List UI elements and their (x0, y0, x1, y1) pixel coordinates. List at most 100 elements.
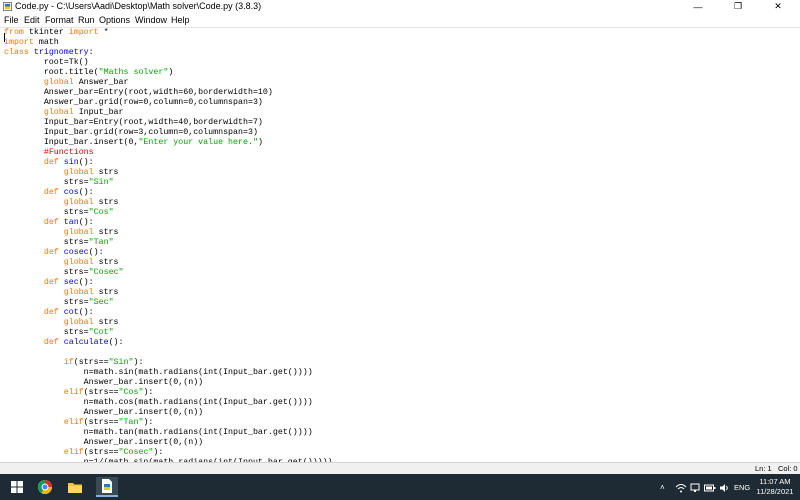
code-token: (): (78, 158, 94, 167)
battery-icon[interactable] (704, 482, 716, 494)
code-line[interactable]: strs="Cos" (4, 208, 114, 218)
code-line[interactable]: global Input_bar (4, 108, 124, 118)
volume-icon[interactable] (719, 482, 730, 494)
code-line[interactable]: def cot(): (4, 308, 94, 318)
code-token: (): (78, 218, 94, 227)
code-line[interactable]: global Answer_bar (4, 78, 129, 88)
code-line[interactable]: Answer_bar.grid(row=0,column=0,columnspa… (4, 98, 263, 108)
taskbar-app-1[interactable] (34, 477, 56, 497)
code-line[interactable]: strs="Tan" (4, 238, 114, 248)
code-line[interactable]: global strs (4, 288, 119, 298)
code-line[interactable]: if(strs=="Sin"): (4, 358, 144, 368)
code-line[interactable]: Answer_bar.insert(0,(n)) (4, 408, 204, 418)
taskbar-python-idle[interactable] (96, 477, 118, 497)
code-token: global (63, 198, 94, 207)
code-line[interactable]: n=math.cos(math.radians(int(Input_bar.ge… (4, 398, 313, 408)
code-token: def (43, 338, 59, 347)
code-line[interactable]: import math (4, 38, 59, 48)
code-token: Input_bar (73, 108, 124, 117)
code-line[interactable]: def sec(): (4, 278, 94, 288)
code-line[interactable]: n=math.tan(math.radians(int(Input_bar.ge… (4, 428, 313, 438)
code-token: global (63, 168, 94, 177)
menu-format[interactable]: Format (45, 14, 74, 26)
code-line[interactable]: #Functions (4, 148, 94, 158)
code-line[interactable]: strs="Cot" (4, 328, 114, 338)
code-token: def (43, 158, 59, 167)
menu-edit[interactable]: Edit (24, 14, 40, 26)
code-line[interactable]: from tkinter import * (4, 28, 109, 38)
code-token: class (4, 48, 29, 57)
code-line[interactable]: strs="Sin" (4, 178, 114, 188)
code-token: strs= (4, 208, 89, 217)
code-line[interactable]: Answer_bar=Entry(root,width=60,borderwid… (4, 88, 273, 98)
taskbar-file-explorer[interactable] (64, 477, 86, 497)
start-button[interactable] (6, 477, 28, 497)
code-line[interactable]: def calculate(): (4, 338, 124, 348)
code-token: "Sin" (88, 178, 114, 187)
code-line[interactable]: root=Tk() (4, 58, 89, 68)
clock-time[interactable]: 11:07 AM (758, 477, 792, 486)
maximize-button[interactable]: ❐ (718, 0, 758, 13)
code-token: import (4, 38, 34, 47)
code-token: sin (63, 158, 79, 167)
menu-window[interactable]: Window (135, 14, 167, 26)
code-line[interactable]: Input_bar.grid(row=3,column=0,columnspan… (4, 128, 258, 138)
code-line[interactable]: strs="Sec" (4, 298, 114, 308)
code-token: cos (63, 188, 79, 197)
menu-options[interactable]: Options (99, 14, 130, 26)
code-line[interactable]: elif(strs=="Tan"): (4, 418, 154, 428)
code-token: strs= (4, 298, 89, 307)
code-token: "Sin" (108, 358, 134, 367)
code-line[interactable]: global strs (4, 168, 119, 178)
code-line[interactable]: global strs (4, 318, 119, 328)
code-line[interactable]: Input_bar.insert(0,"Enter your value her… (4, 138, 263, 148)
code-line[interactable]: class trignometry: (4, 48, 94, 58)
code-line[interactable]: global strs (4, 198, 119, 208)
code-token: "Cos" (118, 388, 144, 397)
code-line[interactable]: Input_bar=Entry(root,width=40,borderwidt… (4, 118, 263, 128)
status-line: Ln: 1 (755, 464, 772, 473)
code-line[interactable]: def cosec(): (4, 248, 104, 258)
code-line[interactable]: global strs (4, 258, 119, 268)
code-line[interactable]: Answer_bar.insert(0,(n)) (4, 378, 204, 388)
code-token: def (43, 278, 59, 287)
code-line[interactable]: global strs (4, 228, 119, 238)
code-token: Answer_bar.grid(row=0,column=0,columnspa… (4, 98, 263, 107)
wifi-icon[interactable] (675, 482, 687, 494)
code-line[interactable]: elif(strs=="Cosec"): (4, 448, 164, 458)
status-col: Col: 0 (778, 464, 798, 473)
code-line[interactable]: strs="Cosec" (4, 268, 124, 278)
code-token: def (43, 188, 59, 197)
code-line[interactable]: root.title("Maths solver") (4, 68, 173, 78)
language-indicator[interactable]: ENG (734, 483, 750, 492)
code-editor[interactable]: from tkinter import * import math class tr… (0, 28, 800, 462)
code-token: Answer_bar.insert(0,(n)) (4, 408, 204, 417)
code-line[interactable]: def sin(): (4, 158, 94, 168)
code-line[interactable]: def cos(): (4, 188, 94, 198)
menu-file[interactable]: File (4, 14, 19, 26)
network-icon[interactable] (690, 482, 700, 494)
menu-run[interactable]: Run (78, 14, 95, 26)
code-line[interactable]: n=math.sin(math.radians(int(Input_bar.ge… (4, 368, 313, 378)
code-token: (strs== (83, 448, 119, 457)
code-line[interactable]: Answer_bar.insert(0,(n)) (4, 438, 204, 448)
close-button[interactable]: ✕ (758, 0, 798, 13)
code-line[interactable]: elif(strs=="Cos"): (4, 388, 154, 398)
code-line[interactable]: def tan(): (4, 218, 94, 228)
code-token: : (88, 48, 94, 57)
menu-help[interactable]: Help (171, 14, 190, 26)
code-token: (strs== (83, 388, 119, 397)
code-token: def (43, 218, 59, 227)
code-token: strs (93, 168, 119, 177)
minimize-button[interactable]: — (678, 0, 718, 13)
code-token: Input_bar.insert(0, (4, 138, 139, 147)
code-token: strs= (4, 328, 89, 337)
show-hidden-icons-icon[interactable]: ˄ (660, 481, 665, 493)
clock-date[interactable]: 11/28/2021 (754, 487, 796, 496)
